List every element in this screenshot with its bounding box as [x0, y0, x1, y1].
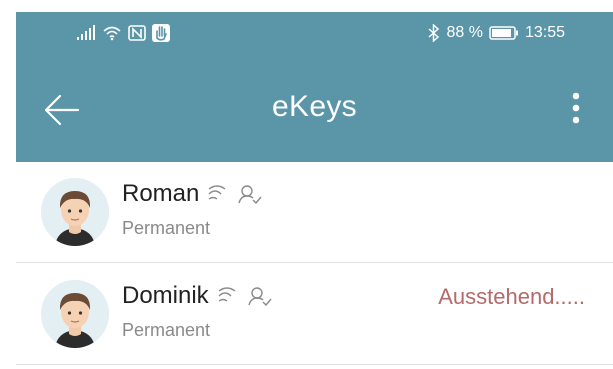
ekey-name-line: Roman	[122, 180, 263, 208]
avatar	[41, 280, 109, 348]
more-vertical-icon	[572, 92, 580, 124]
signal-waves-icon	[208, 185, 226, 200]
signal-waves-icon	[218, 287, 236, 302]
avatar	[41, 178, 109, 246]
wifi-icon	[103, 26, 121, 41]
ekey-name: Dominik	[122, 282, 209, 309]
status-bar: 88 % 13:55	[16, 12, 613, 56]
user-check-icon	[238, 185, 262, 204]
status-pending-label: Ausstehend.....	[438, 284, 585, 309]
ekey-name: Roman	[122, 180, 200, 207]
person-avatar-icon	[41, 280, 109, 348]
ekey-list-item[interactable]: Roman Permanent	[16, 162, 613, 263]
ekey-list-item[interactable]: Dominik Permanent Ausstehend.....	[16, 264, 613, 365]
signal-icon	[77, 25, 95, 40]
person-avatar-icon	[41, 178, 109, 246]
hand-icon	[152, 24, 170, 42]
status-right-icons: 88 % 13:55	[428, 24, 565, 42]
bluetooth-icon	[428, 24, 440, 42]
status-time: 13:55	[524, 24, 565, 41]
status-left-icons	[76, 24, 170, 42]
ekey-type: Permanent	[122, 218, 211, 238]
nfc-icon	[128, 25, 146, 41]
page-title: eKeys	[272, 90, 357, 123]
phone-screen: 88 % 13:55 eKeys Roman Permanent Dominik…	[16, 12, 613, 369]
user-check-icon	[248, 287, 272, 306]
battery-percent: 88 %	[446, 24, 483, 41]
ekey-name-line: Dominik	[122, 282, 273, 310]
more-menu-button[interactable]	[564, 88, 588, 128]
battery-icon	[489, 26, 518, 40]
app-bar: eKeys	[16, 56, 613, 162]
ekey-type: Permanent	[122, 320, 211, 340]
